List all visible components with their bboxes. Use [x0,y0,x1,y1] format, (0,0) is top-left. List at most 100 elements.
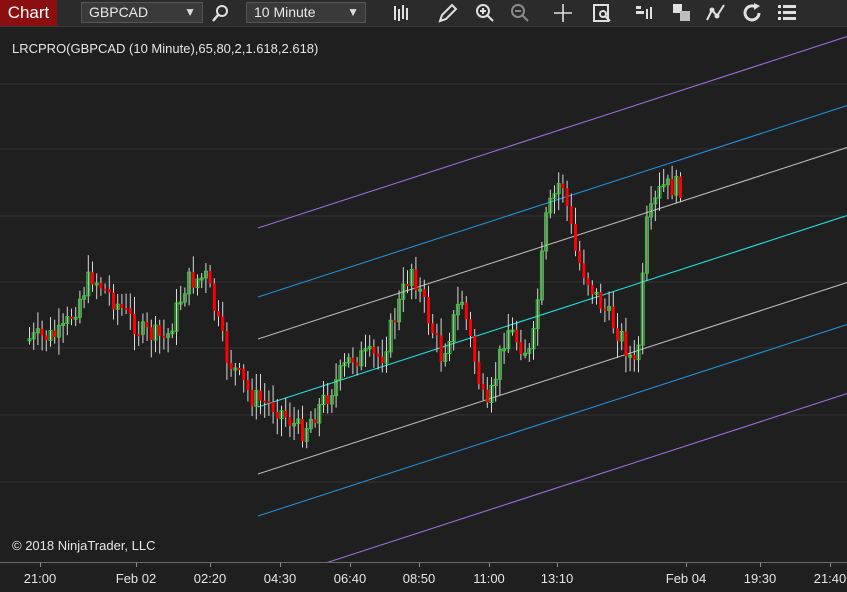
time-tick-label: Feb 02 [115,571,157,586]
candle-body-down [481,384,485,390]
channel-upper-outer-band [257,36,847,229]
bar-type-icon[interactable] [390,1,414,25]
candle-body-down [582,263,586,278]
candle-body-down [221,316,225,331]
candle-body-down [120,304,124,309]
candle-body-down [616,328,619,341]
zoom-in-icon[interactable] [473,1,497,25]
drawing-tools-icon[interactable] [704,1,728,25]
candle-body-down [427,297,430,324]
interval-value: 10 Minute [254,4,316,20]
candle-body-down [212,283,216,311]
instrument-value: GBPCAD [89,4,149,20]
instrument-selector[interactable]: GBPCAD ▼ [81,2,203,23]
candle-body-down [284,410,288,418]
candle-body-down [162,335,166,338]
toolbar: Chart GBPCAD ▼ 10 Minute ▼ [0,0,847,27]
candle-body-down [191,272,195,288]
candle-body-down [225,330,229,363]
candle-body-down [351,357,355,363]
candle-body-down [578,250,582,264]
candle-body-down [439,335,443,362]
candle-body-down [565,188,569,207]
candle-body-down [372,346,376,354]
time-axis[interactable]: 21:00 Feb 02 02:20 04:30 06:40 08:50 11:00 13:1… [0,562,847,592]
crosshair-icon[interactable] [551,1,575,25]
candle-body-down [435,333,439,336]
candle-body-down [603,308,607,311]
candle-body-down [259,390,262,401]
channel-upper-middle-band [257,105,847,298]
candle-body-down [145,321,149,328]
candle-body-down [355,362,359,366]
pencil-icon[interactable] [436,1,460,25]
candle-body-down [275,411,279,419]
chart-trader-icon[interactable] [633,1,657,25]
candle-body-down [313,419,317,424]
time-tick-mark [210,563,211,567]
time-tick-mark [760,563,761,567]
candle-body-down [574,223,577,251]
channel-lower-outer-band [326,393,847,562]
candle-body-down [149,327,153,340]
candle-body-down [112,292,115,310]
search-icon[interactable] [209,1,233,25]
zoom-out-icon[interactable] [508,1,532,25]
candle-body-down [561,183,565,189]
candle-body-down [263,400,267,403]
window-linking-icon[interactable] [670,1,694,25]
candle-body-down [128,308,132,314]
time-tick-label: 19:30 [743,571,777,586]
time-tick-label: 04:30 [263,571,297,586]
candle-body-down [238,367,241,370]
candle-body-down [267,401,271,404]
indicator-label: LRCPRO(GBPCAD (10 Minute),65,80,2,1.618,… [12,41,319,56]
chart-panel[interactable]: LRCPRO(GBPCAD (10 Minute),65,80,2,1.618,… [0,27,847,562]
candle-body-down [376,353,380,357]
time-tick-mark [280,563,281,567]
time-tick-mark [136,563,137,567]
candle-body-down [70,316,73,319]
candle-body-down [288,417,292,426]
candle-body-down [590,285,594,295]
candle-body-down [103,288,107,291]
candle-body-down [406,284,409,287]
candle-body-down [473,335,477,362]
candle-body-down [611,306,615,329]
time-tick-label: 21:00 [23,571,57,586]
time-tick-mark [350,563,351,567]
time-tick-mark [40,563,41,567]
candle-body-down [40,328,44,336]
candle-body-down [124,308,128,311]
time-tick-mark [686,563,687,567]
chart-tab[interactable]: Chart [0,0,57,26]
candle-body-down [107,288,111,293]
candle-body-down [271,402,275,412]
refresh-icon[interactable] [740,1,764,25]
interval-selector[interactable]: 10 Minute ▼ [246,2,366,23]
candle-body-down [670,178,674,196]
time-tick-mark [830,563,831,567]
candle-body-down [250,389,254,407]
channel-upper-inner-band [257,147,847,340]
candle-body-down [137,334,141,337]
chevron-down-icon: ▼ [347,5,359,19]
candle-body-down [599,292,603,309]
data-box-icon[interactable] [590,1,614,25]
candle-body-down [246,380,250,390]
candle-body-down [91,272,94,285]
candle-body-down [624,331,628,357]
candle-body-down [679,176,682,198]
time-tick-label: 06:40 [333,571,367,586]
properties-icon[interactable] [775,1,799,25]
candle-body-down [569,206,573,224]
channel-lower-middle-band [257,324,847,517]
price-plot[interactable] [0,27,847,562]
candle-body-down [242,368,246,381]
candle-body-down [217,310,220,317]
time-tick-label: 02:20 [193,571,227,586]
candle-body-down [485,389,489,403]
candle-body-down [53,330,57,338]
time-tick-label: 11:00 [473,571,505,586]
candle-body-down [393,320,397,323]
